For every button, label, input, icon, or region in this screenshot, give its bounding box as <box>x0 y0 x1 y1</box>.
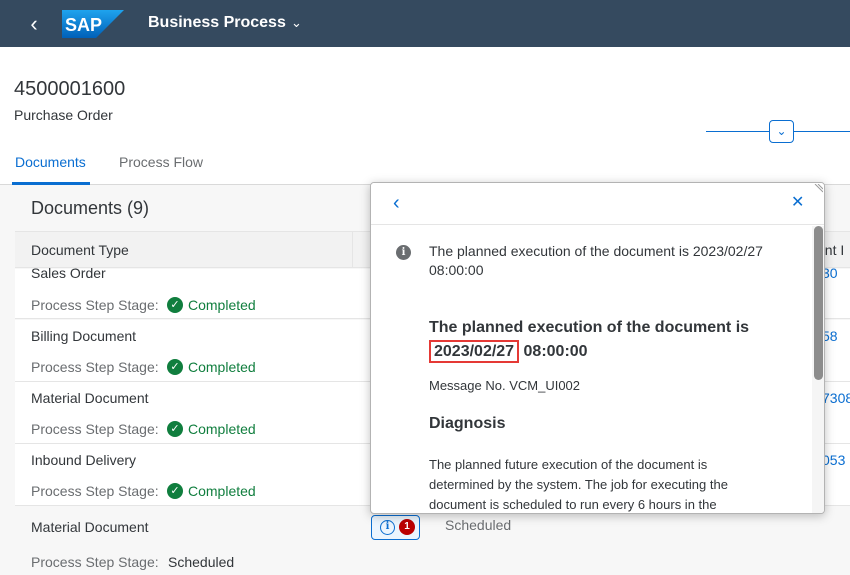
message-number: Message No. VCM_UI002 <box>429 378 581 393</box>
check-circle-icon: ✓ <box>167 297 183 313</box>
column-document-type[interactable]: Document Type <box>31 242 129 258</box>
check-circle-icon: ✓ <box>167 421 183 437</box>
document-id-link[interactable]: 7308 <box>822 390 850 406</box>
object-id: 4500001600 <box>14 78 126 100</box>
documents-title: Documents (9) <box>31 198 150 218</box>
info-icon: i <box>396 245 411 260</box>
chevron-down-icon[interactable]: ⌄ <box>291 15 307 31</box>
back-icon[interactable]: ‹ <box>22 11 46 37</box>
scrollbar-thumb[interactable] <box>814 226 823 380</box>
status-scheduled: Scheduled <box>445 517 512 533</box>
stage-label: Process Step Stage: <box>31 359 159 375</box>
close-icon[interactable]: ✕ <box>791 194 807 212</box>
message-info-button[interactable]: i 1 <box>371 515 420 540</box>
diagnosis-text: The planned future execution of the docu… <box>429 457 728 512</box>
status-completed: Completed <box>188 359 256 375</box>
document-type: Material Document <box>31 390 149 406</box>
document-id-link[interactable]: 053 <box>822 452 845 468</box>
app-title[interactable]: Business Process <box>148 14 286 32</box>
message-text: The planned execution of the document is… <box>429 243 763 278</box>
stage-label: Process Step Stage: <box>31 421 159 437</box>
sap-logo[interactable]: SAP <box>62 10 124 38</box>
stage-label: Process Step Stage: <box>31 297 159 313</box>
diagnosis-title: Diagnosis <box>429 415 506 432</box>
popover-body: i The planned execution of the document … <box>371 226 811 513</box>
document-type: Billing Document <box>31 328 137 344</box>
status-completed: Completed <box>188 421 256 437</box>
status-completed: Completed <box>188 483 256 499</box>
object-type: Purchase Order <box>14 107 113 123</box>
document-type: Material Document <box>31 519 149 535</box>
document-type: Inbound Delivery <box>31 452 137 468</box>
popover-header: ‹ ✕ <box>371 183 824 225</box>
stage-value: Scheduled <box>168 554 235 570</box>
tab-process-flow[interactable]: Process Flow <box>119 154 203 170</box>
popover-scrollbar[interactable] <box>812 226 824 513</box>
message-heading: The planned execution of the document is… <box>429 316 789 364</box>
status-completed: Completed <box>188 297 256 313</box>
stage-label: Process Step Stage: <box>31 483 159 499</box>
chevron-left-icon[interactable]: ‹ <box>393 192 413 214</box>
tab-documents[interactable]: Documents <box>15 154 86 170</box>
heading-prefix: The planned execution of the document is <box>429 319 750 336</box>
check-circle-icon: ✓ <box>167 359 183 375</box>
shell-bar: ‹ SAP Business Process ⌄ <box>0 0 850 47</box>
tab-selected-indicator <box>12 182 90 185</box>
message-popover: ‹ ✕ i The planned execution of the docum… <box>370 182 825 514</box>
document-type: Sales Order <box>31 265 106 281</box>
table-row[interactable]: Material Document i 1 Scheduled Process … <box>15 507 850 575</box>
info-icon: i <box>380 520 395 535</box>
heading-time: 08:00:00 <box>523 343 588 360</box>
column-separator[interactable] <box>352 232 353 267</box>
svg-text:SAP: SAP <box>65 15 102 35</box>
resize-grip-icon[interactable] <box>814 184 823 193</box>
collapse-header-button[interactable]: ⌄ <box>769 120 794 143</box>
stage-label: Process Step Stage: <box>31 554 159 570</box>
chevron-down-icon: ⌄ <box>776 124 787 138</box>
message-count-badge: 1 <box>399 519 415 535</box>
object-header: 4500001600 Purchase Order ⌄ Documents Pr… <box>0 47 850 185</box>
highlighted-date: 2023/02/27 <box>429 340 520 363</box>
check-circle-icon: ✓ <box>167 483 183 499</box>
